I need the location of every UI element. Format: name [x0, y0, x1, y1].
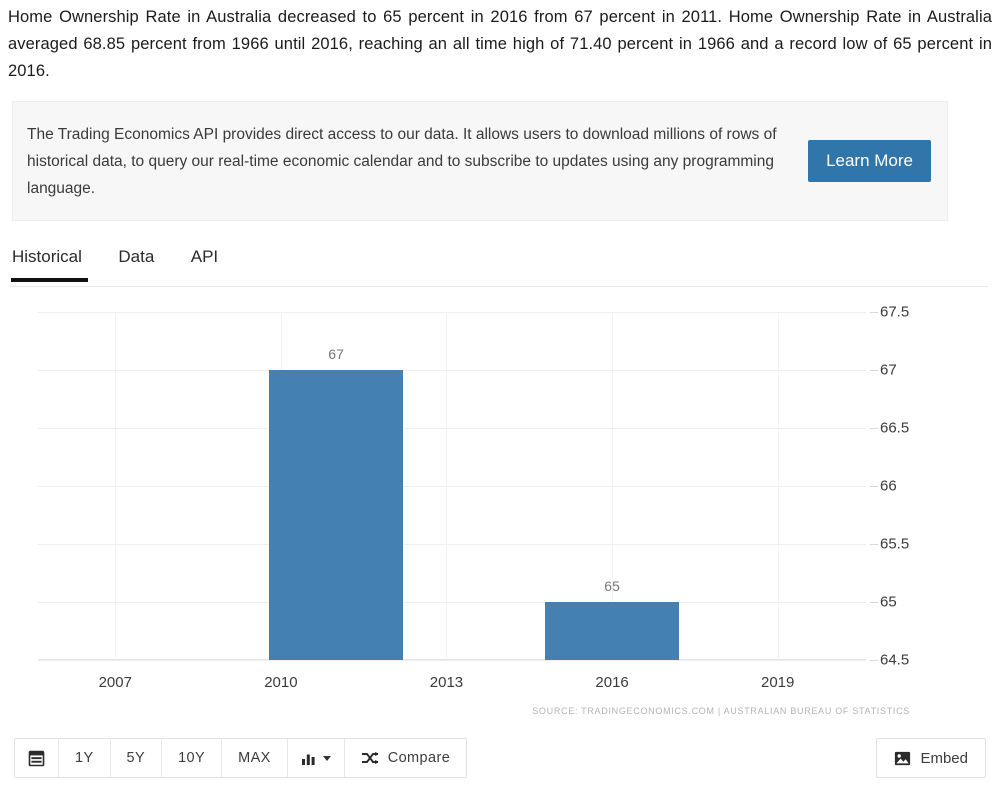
- x-tick-label: 2016: [595, 674, 629, 691]
- chart-source-attribution: SOURCE: TRADINGECONOMICS.COM | AUSTRALIA…: [532, 706, 910, 716]
- y-gridline: [38, 544, 866, 545]
- x-gridline: [115, 312, 117, 660]
- api-promo-banner: The Trading Economics API provides direc…: [12, 101, 948, 221]
- y-tick-mark: [870, 370, 878, 371]
- summary-paragraph: Home Ownership Rate in Australia decreas…: [8, 8, 992, 80]
- y-tick-mark: [870, 486, 878, 487]
- compare-label: Compare: [387, 750, 451, 766]
- range-5y-button[interactable]: 5Y: [110, 739, 163, 777]
- image-icon: [894, 751, 911, 766]
- chart-plot-area[interactable]: 67 65: [38, 312, 866, 661]
- api-promo-text: The Trading Economics API provides direc…: [27, 125, 777, 197]
- y-tick-label: 65.5: [880, 535, 910, 553]
- compare-button[interactable]: Compare: [344, 739, 467, 777]
- x-tick-label: 2010: [264, 674, 298, 691]
- x-tick-label: 2007: [98, 674, 132, 691]
- x-gridline: [777, 312, 779, 660]
- y-gridline: [38, 486, 866, 487]
- y-tick-label: 66: [880, 477, 897, 495]
- y-gridline: [38, 602, 866, 603]
- shuffle-icon: [361, 751, 379, 766]
- y-tick-label: 67: [880, 361, 897, 379]
- y-gridline: [38, 370, 866, 371]
- embed-button[interactable]: Embed: [876, 738, 986, 778]
- y-tick-mark: [870, 312, 878, 313]
- x-tick-label: 2019: [760, 674, 795, 691]
- y-tick-label: 67.5: [880, 303, 910, 321]
- chart-container[interactable]: 67 65 67.5 67 66.5 66 65.5 65 64.5 2007 2010 2013…: [10, 296, 988, 726]
- chart-toolbar: 1Y 5Y 10Y MAX Compare: [14, 738, 468, 778]
- y-gridline: [38, 428, 866, 429]
- embed-label: Embed: [920, 749, 968, 767]
- y-tick-mark: [870, 602, 878, 603]
- chevron-down-icon: [322, 755, 331, 761]
- bar-value-label: 67: [328, 346, 344, 362]
- chart-type-dropdown[interactable]: [287, 739, 345, 777]
- tab-historical[interactable]: Historical: [10, 243, 98, 282]
- y-tick-label: 65: [880, 593, 897, 611]
- bar-chart-icon: [301, 751, 317, 766]
- chart-bar[interactable]: [544, 602, 680, 660]
- y-tick-mark: [870, 660, 878, 661]
- y-tick-label: 66.5: [880, 419, 910, 437]
- x-tick-label: 2013: [429, 674, 464, 691]
- y-tick-mark: [870, 544, 878, 545]
- range-max-button[interactable]: MAX: [222, 739, 288, 777]
- range-10y-button[interactable]: 10Y: [162, 739, 223, 777]
- calendar-icon: [28, 750, 45, 767]
- tab-api[interactable]: API: [175, 243, 234, 281]
- tab-bar: Historical Data API: [10, 243, 988, 287]
- chart-bar[interactable]: [268, 370, 404, 660]
- y-tick-label: 64.5: [880, 651, 910, 669]
- y-gridline: [38, 660, 866, 661]
- calendar-range-button[interactable]: [15, 739, 59, 777]
- y-tick-mark: [870, 428, 878, 429]
- learn-more-button[interactable]: Learn More: [808, 140, 931, 182]
- x-gridline: [446, 312, 448, 660]
- y-gridline: [38, 312, 866, 313]
- tab-data[interactable]: Data: [102, 243, 170, 281]
- bar-value-label: 65: [604, 578, 620, 594]
- range-1y-button[interactable]: 1Y: [59, 739, 111, 777]
